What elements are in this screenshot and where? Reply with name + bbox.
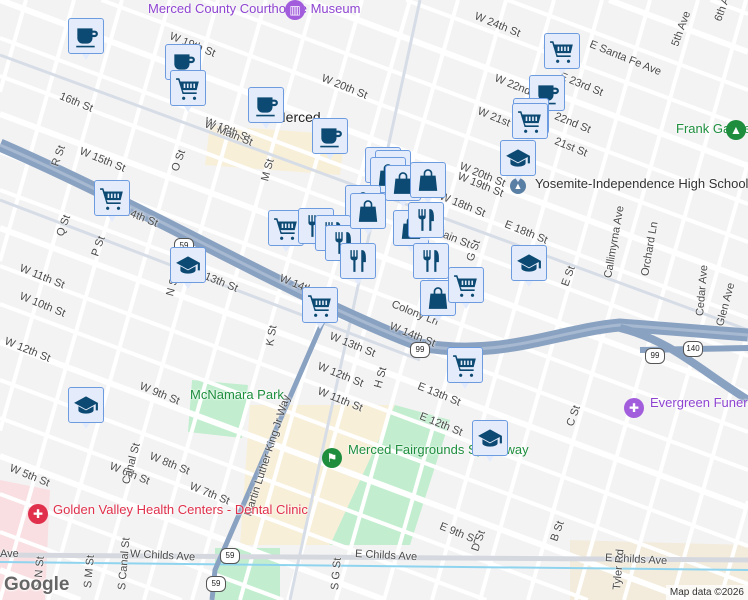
dining-icon <box>418 209 434 231</box>
coffee-icon <box>320 128 342 148</box>
poi-frank-gasper-park[interactable]: Frank Gasper Park <box>676 122 748 136</box>
marker-box <box>312 118 348 154</box>
school-icon <box>176 256 200 274</box>
cart-icon <box>176 78 199 100</box>
coffee-icon <box>76 28 98 48</box>
marker-box <box>413 243 449 279</box>
marker-school[interactable] <box>472 420 508 466</box>
marker-box <box>511 245 547 281</box>
cart-icon <box>454 275 477 297</box>
marker-box <box>170 70 206 106</box>
coffee-icon <box>256 97 278 117</box>
poi-yosemite-independence[interactable]: Yosemite-Independence High School <box>535 177 748 191</box>
marker-school[interactable] <box>500 140 536 186</box>
google-logo[interactable]: Google <box>4 574 69 596</box>
marker-box <box>170 247 206 283</box>
poi-mcnamara-park[interactable]: McNamara Park <box>190 388 284 402</box>
bag-icon <box>418 169 438 191</box>
marker-box <box>350 193 386 229</box>
marker-school[interactable] <box>511 245 547 291</box>
marker-cart[interactable] <box>94 180 130 226</box>
marker-box <box>340 243 376 279</box>
marker-box <box>500 140 536 176</box>
marker-dining[interactable] <box>340 243 376 289</box>
poi-label: Merced County Courthouse Museum <box>148 1 361 16</box>
marker-box <box>512 103 548 139</box>
cart-icon <box>453 355 476 377</box>
marker-bag[interactable] <box>350 193 386 239</box>
school-icon <box>74 396 98 414</box>
cart-icon <box>100 188 123 210</box>
school-icon <box>506 149 530 167</box>
dining-icon <box>423 250 439 272</box>
marker-box <box>447 347 483 383</box>
flag-icon: ⚑ <box>322 448 342 468</box>
cart-icon <box>274 218 297 240</box>
marker-cart[interactable] <box>170 70 206 116</box>
highway-shield: 99 <box>645 348 665 364</box>
poi-fairgrounds-speedway[interactable]: Merced Fairgrounds Speedway <box>348 443 529 457</box>
marker-cart[interactable] <box>544 33 580 79</box>
street-line <box>622 161 748 600</box>
tree-icon: ▲ <box>726 120 746 140</box>
bag-icon <box>358 200 378 222</box>
marker-cart[interactable] <box>448 267 484 313</box>
poi-golden-valley-health[interactable]: Golden Valley Health Centers - Dental Cl… <box>53 503 308 517</box>
street-line <box>478 0 652 600</box>
marker-dining[interactable] <box>408 202 444 248</box>
cart-icon <box>518 111 541 133</box>
marker-box <box>302 287 338 323</box>
marker-box <box>68 18 104 54</box>
dining-icon <box>350 250 366 272</box>
marker-school[interactable] <box>68 387 104 433</box>
marker-cart[interactable] <box>447 347 483 393</box>
marker-cart[interactable] <box>302 287 338 333</box>
poi-courthouse-museum[interactable]: Merced County Courthouse Museum <box>148 2 360 16</box>
cart-icon <box>550 41 573 63</box>
school-icon <box>478 429 502 447</box>
marker-school[interactable] <box>170 247 206 293</box>
map-canvas[interactable]: W 19th StW 18th St16th StW Main StW 15th… <box>0 0 748 600</box>
marker-box <box>448 267 484 303</box>
highway-shield: 99 <box>410 342 430 358</box>
highway-shield: 59 <box>220 548 240 564</box>
poi-evergreen-funeral[interactable]: Evergreen Funeral and Memorial Park <box>650 396 748 410</box>
museum-icon[interactable]: ▥ <box>285 0 305 20</box>
marker-box <box>94 180 130 216</box>
school-icon <box>517 254 541 272</box>
hospital-icon: ✚ <box>28 504 48 524</box>
marker-coffee[interactable] <box>68 18 104 64</box>
marker-box <box>408 202 444 238</box>
marker-box <box>248 87 284 123</box>
highway-shield: 140 <box>683 341 703 357</box>
marker-coffee[interactable] <box>312 118 348 164</box>
marker-box <box>472 420 508 456</box>
marker-box <box>68 387 104 423</box>
marker-coffee[interactable] <box>248 87 284 133</box>
map-attribution[interactable]: Map data ©2026 <box>665 585 748 600</box>
cart-icon <box>308 295 331 317</box>
marker-box <box>544 33 580 69</box>
cemetery-icon: ✚ <box>624 398 644 418</box>
street-label: Ave <box>0 548 19 560</box>
highway-shield: 59 <box>206 576 226 592</box>
marker-box <box>410 162 446 198</box>
